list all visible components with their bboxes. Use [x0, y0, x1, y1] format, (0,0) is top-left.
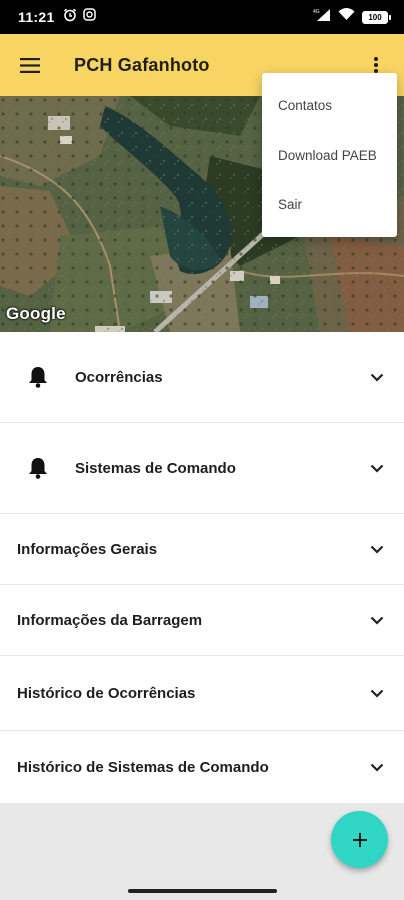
- bell-icon: [29, 367, 47, 388]
- chevron-down-icon: [370, 616, 384, 625]
- menu-item-contatos[interactable]: Contatos: [262, 81, 397, 131]
- section-label: Informações Gerais: [17, 540, 158, 558]
- gesture-nav-handle[interactable]: [128, 889, 277, 893]
- section-historico-de-sistemas-de-comando[interactable]: Histórico de Sistemas de Comando: [0, 731, 404, 804]
- section-ocorrencias[interactable]: Ocorrências: [0, 332, 404, 423]
- chevron-down-icon: [370, 763, 384, 772]
- section-list: Ocorrências Sistemas de Comando Informaç…: [0, 332, 404, 804]
- battery-icon: 100: [362, 10, 391, 24]
- menu-item-download-paeb[interactable]: Download PAEB: [262, 131, 397, 181]
- status-bar: 11:21 4G 100: [0, 0, 404, 34]
- google-logo: Google: [6, 304, 66, 323]
- section-informacoes-gerais[interactable]: Informações Gerais: [0, 514, 404, 585]
- chevron-down-icon: [370, 373, 384, 382]
- section-label: Sistemas de Comando: [75, 459, 236, 477]
- wifi-icon: [338, 8, 355, 26]
- page-title: PCH Gafanhoto: [74, 54, 210, 75]
- bell-icon: [29, 458, 47, 479]
- section-sistemas-de-comando[interactable]: Sistemas de Comando: [0, 423, 404, 514]
- signal-icon: 4G: [313, 8, 331, 27]
- chevron-down-icon: [370, 464, 384, 473]
- section-label: Informações da Barragem: [17, 611, 203, 629]
- overflow-menu: Contatos Download PAEB Sair: [262, 73, 397, 237]
- status-time: 11:21: [18, 9, 55, 25]
- menu-icon[interactable]: [0, 34, 60, 96]
- alarm-icon: [63, 8, 77, 27]
- add-button[interactable]: [331, 811, 388, 868]
- section-label: Histórico de Ocorrências: [17, 684, 196, 702]
- chevron-down-icon: [370, 545, 384, 554]
- section-label: Histórico de Sistemas de Comando: [17, 758, 269, 776]
- section-informacoes-da-barragem[interactable]: Informações da Barragem: [0, 585, 404, 656]
- menu-item-sair[interactable]: Sair: [262, 180, 397, 230]
- chevron-down-icon: [370, 689, 384, 698]
- section-label: Ocorrências: [75, 368, 163, 386]
- instagram-icon: [82, 8, 96, 26]
- svg-text:4G: 4G: [313, 9, 320, 15]
- section-historico-de-ocorrencias[interactable]: Histórico de Ocorrências: [0, 656, 404, 731]
- plus-icon: [352, 832, 367, 847]
